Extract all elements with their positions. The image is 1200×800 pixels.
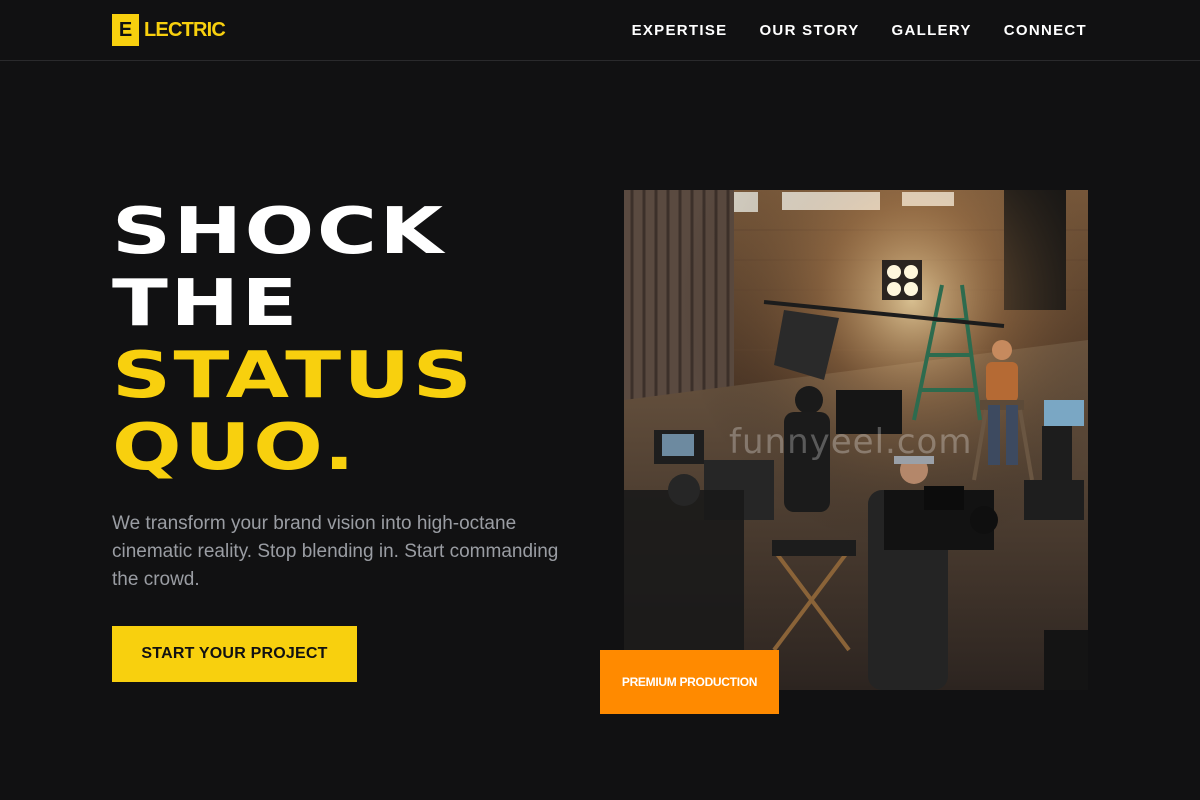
- brand-logo[interactable]: E LECTRIC: [112, 14, 226, 46]
- image-watermark: funnyeel.com: [729, 422, 973, 462]
- logo-mark: E: [112, 14, 139, 46]
- logo-wordmark: LECTRIC: [144, 18, 226, 41]
- nav-link-our-story[interactable]: OUR STORY: [759, 22, 859, 39]
- start-project-button[interactable]: START YOUR PROJECT: [112, 626, 357, 682]
- premium-production-badge: PREMIUM PRODUCTION: [600, 650, 779, 714]
- hero-headline: SHOCK THE STATUS QUO.: [112, 196, 592, 484]
- main-nav: EXPERTISE OUR STORY GALLERY CONNECT: [632, 19, 1087, 41]
- hero-subtitle: We transform your brand vision into high…: [112, 513, 559, 590]
- nav-link-connect[interactable]: CONNECT: [1004, 22, 1087, 39]
- nav-link-gallery[interactable]: GALLERY: [892, 22, 972, 39]
- hero-image-film-set: funnyeel.com: [624, 190, 1088, 690]
- nav-link-expertise[interactable]: EXPERTISE: [632, 22, 728, 39]
- site-header: E LECTRIC EXPERTISE OUR STORY GALLERY CO…: [0, 0, 1200, 61]
